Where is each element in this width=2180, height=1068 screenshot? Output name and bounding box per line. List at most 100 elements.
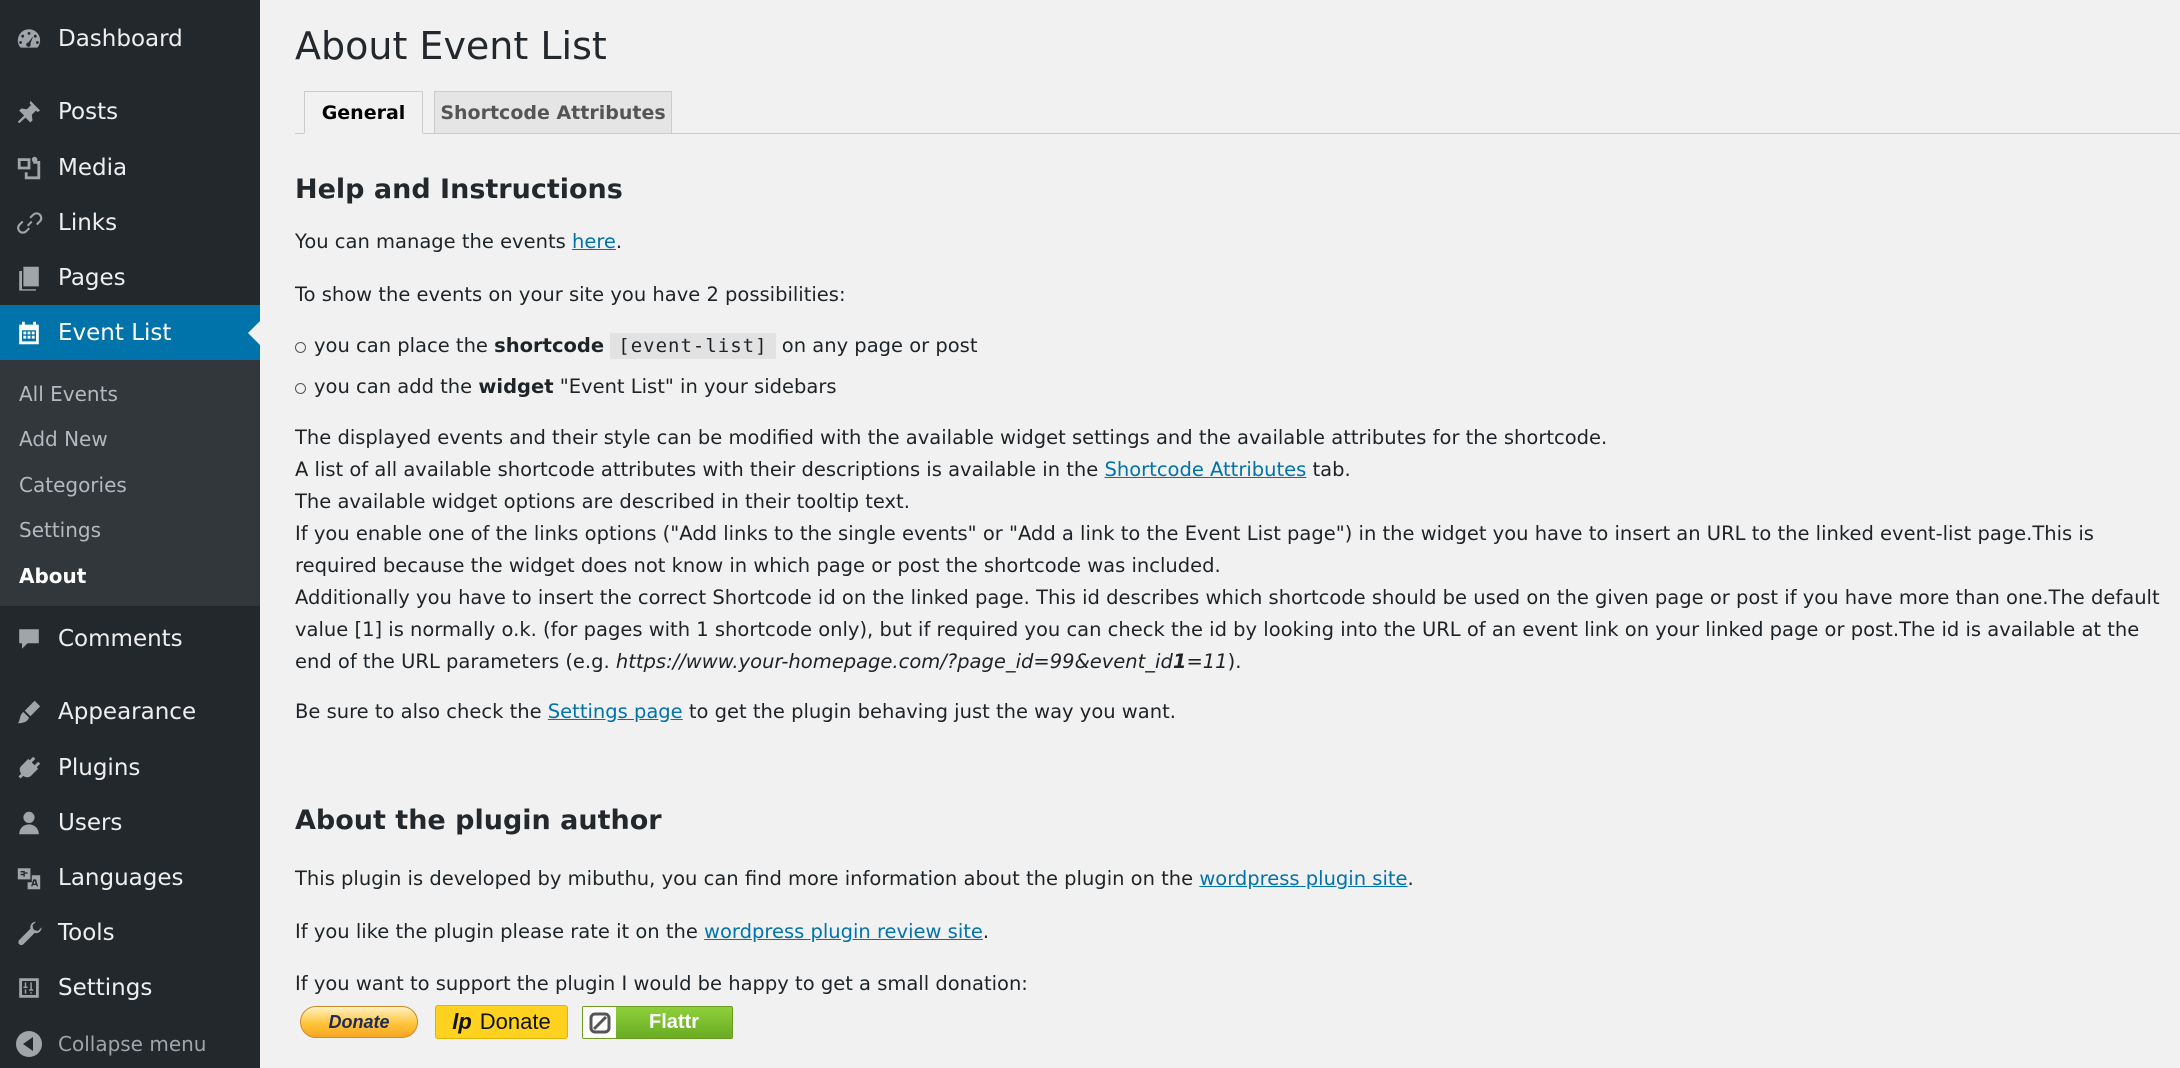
dev-text-end: . (1407, 867, 1414, 890)
bullet-bold: shortcode (494, 334, 605, 357)
bullet-text: you can add the (314, 375, 479, 398)
para-line: A list of all available shortcode attrib… (295, 458, 1105, 481)
translation-icon (14, 863, 44, 893)
possibilities-text: To show the events on your site you have… (295, 283, 846, 306)
submenu-categories[interactable]: Categories (19, 473, 127, 497)
menu-item-dashboard[interactable]: Dashboard (0, 11, 260, 66)
para-line: tab. (1306, 458, 1351, 481)
manage-events-link[interactable]: here (572, 230, 616, 253)
event-list-submenu: All Events Add New Categories Settings A… (0, 360, 260, 606)
plug-icon (14, 753, 44, 783)
bullet-text-end: "Event List" in your sidebars (553, 375, 837, 398)
tab-general[interactable]: General (304, 91, 423, 134)
menu-item-label: Users (58, 809, 123, 836)
developer-text: This plugin is developed by mibuthu, you… (295, 863, 1414, 895)
help-heading: Help and Instructions (295, 174, 623, 205)
settings-text-start: Be sure to also check the (295, 700, 548, 723)
sliders-icon (14, 973, 44, 1003)
manage-events-text: You can manage the events here. (295, 226, 622, 258)
example-url: https://www.your-homepage.com/?page_id=9… (616, 650, 1228, 673)
para-line: The displayed events and their style can… (295, 426, 1608, 449)
menu-item-label: Tools (58, 919, 115, 946)
review-site-link[interactable]: wordpress plugin review site (704, 920, 983, 943)
menu-item-languages[interactable]: Languages (0, 850, 260, 905)
flattr-icon (583, 1007, 616, 1038)
liberapay-donate-label: Donate (479, 1009, 551, 1034)
collapse-menu-button[interactable]: Collapse menu (0, 1020, 260, 1068)
author-heading: About the plugin author (295, 805, 662, 836)
bullet-bold: widget (478, 375, 554, 398)
menu-item-tools[interactable]: Tools (0, 905, 260, 960)
list-item-widget: you can add the widget "Event List" in y… (295, 371, 837, 403)
pages-icon (14, 263, 44, 293)
rate-text-start: If you like the plugin please rate it on… (295, 920, 705, 943)
manage-text: You can manage the events (295, 230, 572, 253)
flattr-label: Flattr (616, 1007, 732, 1038)
description-paragraph: The displayed events and their style can… (295, 422, 2165, 678)
collapse-menu-label: Collapse menu (58, 1032, 207, 1056)
shortcode-code: [event-list] (610, 333, 776, 359)
dev-text: This plugin is developed by mibuthu, you… (295, 867, 1200, 890)
rate-text-end: . (982, 920, 990, 943)
plugin-site-link[interactable]: wordpress plugin site (1199, 867, 1407, 890)
rate-text: If you like the plugin please rate it on… (295, 916, 989, 948)
list-item-shortcode: you can place the shortcode [event-list]… (295, 330, 977, 362)
submenu-all-events[interactable]: All Events (19, 382, 118, 406)
collapse-arrow-icon (16, 1031, 42, 1057)
pushpin-icon (14, 97, 44, 127)
submenu-settings[interactable]: Settings (19, 518, 101, 542)
example-url-part: =11 (1186, 650, 1228, 673)
flattr-button[interactable]: Flattr (582, 1006, 733, 1039)
menu-item-settings[interactable]: Settings (0, 960, 260, 1015)
liberapay-donate-button[interactable]: lp Donate (435, 1005, 568, 1039)
wrench-icon (14, 918, 44, 948)
menu-item-links[interactable]: Links (0, 195, 260, 250)
menu-item-appearance[interactable]: Appearance (0, 684, 260, 739)
settings-text: Be sure to also check the Settings page … (295, 696, 1176, 728)
menu-item-label: Comments (58, 625, 183, 652)
menu-item-event-list[interactable]: Event List (0, 305, 260, 360)
menu-item-label: Links (58, 209, 118, 236)
menu-item-posts[interactable]: Posts (0, 84, 260, 139)
comment-icon (14, 624, 44, 654)
settings-text-end: to get the plugin behaving just the way … (682, 700, 1176, 723)
menu-item-label: Event List (58, 319, 172, 346)
paypal-donate-button[interactable]: Donate (300, 1006, 418, 1038)
shortcode-attributes-link[interactable]: Shortcode Attributes (1104, 458, 1306, 481)
admin-sidebar: Dashboard Posts Media Links Pages Event … (0, 0, 260, 1068)
menu-item-users[interactable]: Users (0, 795, 260, 850)
page-title: About Event List (295, 24, 607, 68)
manage-text-end: . (615, 230, 623, 253)
donation-text: If you want to support the plugin I woul… (295, 972, 1028, 995)
example-url-part: https://www.your-homepage.com/?page_id=9… (615, 650, 1173, 673)
liberapay-icon: lp (452, 1009, 472, 1034)
bullet-text-end: on any page or post (775, 334, 978, 357)
link-icon (14, 208, 44, 238)
menu-item-label: Appearance (58, 698, 197, 725)
submenu-about[interactable]: About (19, 564, 86, 588)
menu-item-label: Pages (58, 264, 126, 291)
submenu-add-new[interactable]: Add New (19, 427, 108, 451)
brush-icon (14, 697, 44, 727)
menu-item-label: Settings (58, 974, 153, 1001)
menu-item-comments[interactable]: Comments (0, 611, 260, 666)
bullet-text: you can place the (314, 334, 495, 357)
para-line: ). (1227, 650, 1242, 673)
settings-page-link[interactable]: Settings page (548, 700, 683, 723)
menu-item-plugins[interactable]: Plugins (0, 740, 260, 795)
menu-item-media[interactable]: Media (0, 140, 260, 195)
para-line: If you enable one of the links options (… (295, 522, 2094, 577)
menu-item-label: Plugins (58, 754, 141, 781)
paypal-donate-label: Donate (328, 1011, 390, 1032)
menu-item-label: Languages (58, 864, 184, 891)
calendar-icon (14, 318, 44, 348)
tab-shortcode-attributes[interactable]: Shortcode Attributes (434, 91, 672, 134)
para-line: The available widget options are describ… (295, 490, 910, 513)
media-icon (14, 153, 44, 183)
dashboard-icon (14, 24, 44, 54)
menu-item-label: Media (58, 154, 128, 181)
example-url-part: 1 (1172, 650, 1187, 673)
user-icon (14, 808, 44, 838)
menu-item-label: Posts (58, 98, 119, 125)
menu-item-pages[interactable]: Pages (0, 250, 260, 305)
